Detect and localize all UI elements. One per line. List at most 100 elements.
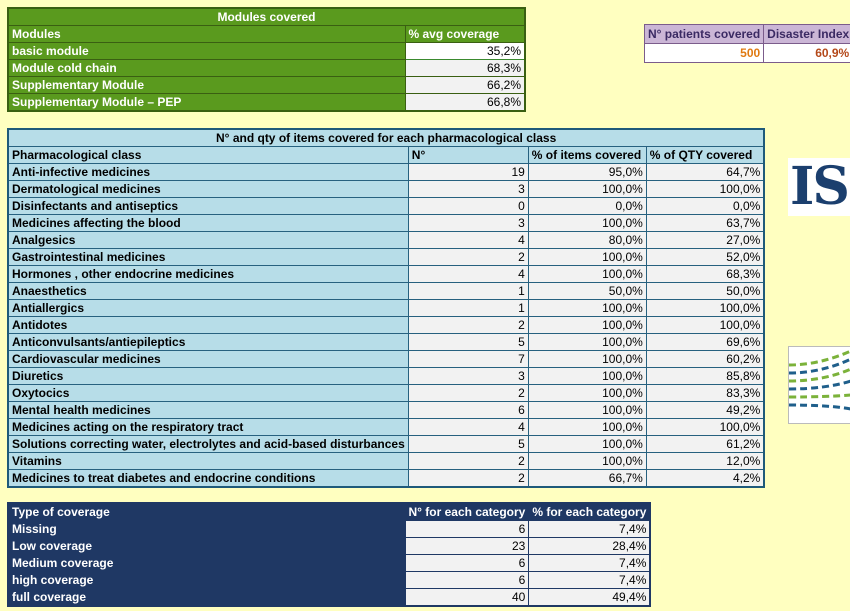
- disaster-index-header[interactable]: Disaster Index: [763, 24, 850, 44]
- module-coverage-cell-selected[interactable]: 35,2%: [404, 42, 526, 60]
- module-name[interactable]: basic module: [7, 42, 406, 60]
- pharma-qty-cell[interactable]: 12,0%: [645, 452, 765, 470]
- pharma-count-cell[interactable]: 4: [407, 231, 529, 249]
- pharma-qty-cell[interactable]: 0,0%: [645, 197, 765, 215]
- pharma-items-cell[interactable]: 100,0%: [527, 299, 647, 317]
- pharma-class-cell[interactable]: Anaesthetics: [7, 282, 409, 300]
- pharma-class-cell[interactable]: Antidotes: [7, 316, 409, 334]
- pharma-count-cell[interactable]: 5: [407, 435, 529, 453]
- pharma-items-cell[interactable]: 100,0%: [527, 265, 647, 283]
- pharma-class-cell[interactable]: Hormones , other endocrine medicines: [7, 265, 409, 283]
- module-name[interactable]: Module cold chain: [7, 59, 406, 77]
- pharma-items-cell[interactable]: 100,0%: [527, 384, 647, 402]
- pharma-class-cell[interactable]: Diuretics: [7, 367, 409, 385]
- module-coverage-cell[interactable]: 66,8%: [404, 93, 526, 112]
- module-name[interactable]: Supplementary Module: [7, 76, 406, 94]
- module-coverage-cell[interactable]: 66,2%: [404, 76, 526, 94]
- patients-covered-value[interactable]: 500: [643, 43, 765, 63]
- pharma-qty-cell[interactable]: 69,6%: [645, 333, 765, 351]
- pharma-count-cell[interactable]: 2: [407, 316, 529, 334]
- coverage-type-cell[interactable]: Medium coverage: [7, 554, 406, 572]
- module-coverage-cell[interactable]: 68,3%: [404, 59, 526, 77]
- coverage-percent-cell[interactable]: 28,4%: [528, 537, 651, 555]
- pharma-qty-cell[interactable]: 60,2%: [645, 350, 765, 368]
- pharma-count-cell[interactable]: 5: [407, 333, 529, 351]
- pharma-title[interactable]: N° and qty of items covered for each pha…: [7, 128, 765, 147]
- pharma-items-cell[interactable]: 80,0%: [527, 231, 647, 249]
- pharma-class-cell[interactable]: Disinfectants and antiseptics: [7, 197, 409, 215]
- pharma-items-cell[interactable]: 100,0%: [527, 316, 647, 334]
- pharma-class-cell[interactable]: Medicines acting on the respiratory trac…: [7, 418, 409, 436]
- pharma-class-cell[interactable]: Cardiovascular medicines: [7, 350, 409, 368]
- pharma-qty-cell[interactable]: 100,0%: [645, 316, 765, 334]
- pharma-class-cell[interactable]: Mental health medicines: [7, 401, 409, 419]
- coverage-count-cell[interactable]: 23: [404, 537, 530, 555]
- modules-header-name[interactable]: Modules: [7, 25, 406, 43]
- pharma-class-cell[interactable]: Antiallergics: [7, 299, 409, 317]
- pharma-count-cell[interactable]: 6: [407, 401, 529, 419]
- pharma-count-cell[interactable]: 2: [407, 248, 529, 266]
- pharma-count-cell[interactable]: 2: [407, 384, 529, 402]
- pharma-qty-cell[interactable]: 64,7%: [645, 163, 765, 181]
- pharma-qty-cell[interactable]: 52,0%: [645, 248, 765, 266]
- pharma-count-cell[interactable]: 1: [407, 299, 529, 317]
- pharma-count-cell[interactable]: 4: [407, 418, 529, 436]
- modules-title[interactable]: Modules covered: [7, 7, 526, 26]
- patients-covered-header[interactable]: N° patients covered: [643, 24, 765, 44]
- coverage-type-cell[interactable]: Missing: [7, 520, 406, 538]
- pharma-qty-cell[interactable]: 27,0%: [645, 231, 765, 249]
- coverage-percent-cell[interactable]: 7,4%: [528, 571, 651, 589]
- pharma-items-cell[interactable]: 95,0%: [527, 163, 647, 181]
- coverage-percent-cell[interactable]: 49,4%: [528, 588, 651, 607]
- pharma-class-cell[interactable]: Anticonvulsants/antiepileptics: [7, 333, 409, 351]
- coverage-header-type[interactable]: Type of coverage: [7, 502, 406, 521]
- pharma-items-cell[interactable]: 100,0%: [527, 418, 647, 436]
- pharma-qty-cell[interactable]: 4,2%: [645, 469, 765, 488]
- pharma-count-cell[interactable]: 3: [407, 367, 529, 385]
- pharma-qty-cell[interactable]: 100,0%: [645, 180, 765, 198]
- pharma-class-cell[interactable]: Oxytocics: [7, 384, 409, 402]
- pharma-count-cell[interactable]: 19: [407, 163, 529, 181]
- pharma-qty-cell[interactable]: 100,0%: [645, 418, 765, 436]
- coverage-header-count[interactable]: N° for each category: [404, 502, 530, 521]
- pharma-qty-cell[interactable]: 100,0%: [645, 299, 765, 317]
- coverage-type-cell[interactable]: high coverage: [7, 571, 406, 589]
- pharma-items-cell[interactable]: 100,0%: [527, 180, 647, 198]
- pharma-class-cell[interactable]: Dermatological medicines: [7, 180, 409, 198]
- coverage-count-cell[interactable]: 6: [404, 571, 530, 589]
- pharma-items-cell[interactable]: 100,0%: [527, 214, 647, 232]
- pharma-items-cell[interactable]: 100,0%: [527, 452, 647, 470]
- pharma-header-items[interactable]: % of items covered: [527, 146, 647, 164]
- pharma-items-cell[interactable]: 100,0%: [527, 248, 647, 266]
- pharma-count-cell[interactable]: 3: [407, 180, 529, 198]
- pharma-class-cell[interactable]: Anti-infective medicines: [7, 163, 409, 181]
- pharma-class-cell[interactable]: Analgesics: [7, 231, 409, 249]
- coverage-type-cell[interactable]: Low coverage: [7, 537, 406, 555]
- pharma-header-count[interactable]: N°: [407, 146, 529, 164]
- pharma-qty-cell[interactable]: 63,7%: [645, 214, 765, 232]
- pharma-qty-cell[interactable]: 49,2%: [645, 401, 765, 419]
- pharma-count-cell[interactable]: 2: [407, 452, 529, 470]
- pharma-qty-cell[interactable]: 50,0%: [645, 282, 765, 300]
- modules-header-coverage[interactable]: % avg coverage: [404, 25, 526, 43]
- pharma-items-cell[interactable]: 0,0%: [527, 197, 647, 215]
- pharma-items-cell[interactable]: 50,0%: [527, 282, 647, 300]
- pharma-items-cell[interactable]: 100,0%: [527, 350, 647, 368]
- pharma-count-cell[interactable]: 2: [407, 469, 529, 488]
- pharma-qty-cell[interactable]: 61,2%: [645, 435, 765, 453]
- coverage-header-percent[interactable]: % for each category: [528, 502, 651, 521]
- coverage-percent-cell[interactable]: 7,4%: [528, 520, 651, 538]
- disaster-index-value[interactable]: 60,9%: [763, 43, 850, 63]
- pharma-class-cell[interactable]: Gastrointestinal medicines: [7, 248, 409, 266]
- pharma-qty-cell[interactable]: 83,3%: [645, 384, 765, 402]
- pharma-count-cell[interactable]: 0: [407, 197, 529, 215]
- coverage-count-cell[interactable]: 40: [404, 588, 530, 607]
- pharma-items-cell[interactable]: 100,0%: [527, 367, 647, 385]
- coverage-count-cell[interactable]: 6: [404, 520, 530, 538]
- module-name[interactable]: Supplementary Module – PEP: [7, 93, 406, 112]
- pharma-items-cell[interactable]: 100,0%: [527, 435, 647, 453]
- pharma-header-class[interactable]: Pharmacological class: [7, 146, 409, 164]
- pharma-class-cell[interactable]: Solutions correcting water, electrolytes…: [7, 435, 409, 453]
- coverage-type-cell[interactable]: full coverage: [7, 588, 406, 607]
- pharma-count-cell[interactable]: 3: [407, 214, 529, 232]
